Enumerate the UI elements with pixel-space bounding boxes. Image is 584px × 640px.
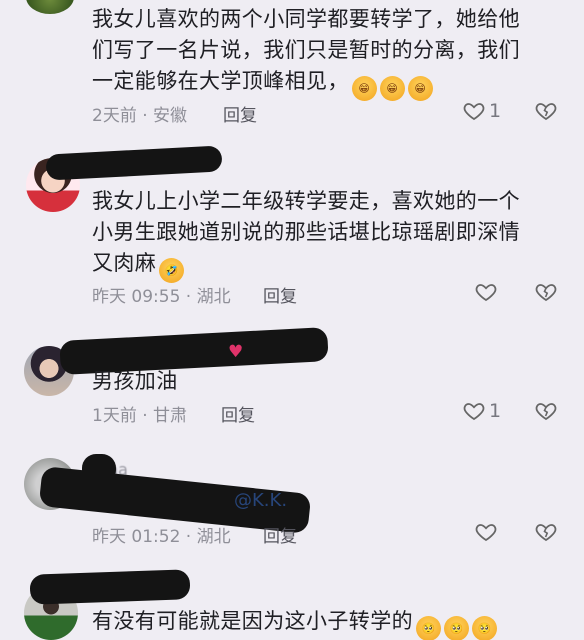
pink-heart-icon: ♥ [228, 342, 244, 362]
comment-meta: 2天前 · 安徽 [92, 106, 188, 126]
reply-button[interactable]: 回复 [263, 282, 297, 307]
grin-emoji: 😁 [407, 76, 433, 101]
broken-heart-icon[interactable] [534, 280, 558, 304]
comment-meta: 昨天 09:55 · 湖北 [92, 287, 231, 307]
reply-button[interactable]: 回复 [263, 522, 297, 547]
heart-outline-icon [474, 280, 498, 304]
heart-outline-icon [474, 520, 498, 544]
comment-text: 男孩加油 [92, 369, 178, 393]
comment-2: 张扣 我女儿上小学二年级转学要走，喜欢她的一个 小男生跟她道别说的那些话堪比琼瑶… [0, 140, 584, 320]
comment-3: ♥ 男孩加油 1天前 · 甘肃 回复 1 [0, 320, 584, 450]
like-button[interactable]: 1 [462, 99, 501, 123]
comment-5: 有没有可能就是因为这小子转学的 🥺 🥺 🥺 [0, 568, 584, 640]
avatar[interactable] [26, 0, 74, 14]
redaction-scribble [45, 145, 223, 181]
pleading-emoji: 🥺 [472, 616, 497, 640]
like-count: 1 [489, 400, 502, 422]
like-button[interactable]: 1 [462, 399, 501, 423]
broken-heart-icon[interactable] [534, 399, 558, 423]
pleading-emoji: 🥺 [444, 616, 469, 640]
reply-button[interactable]: 回复 [221, 401, 255, 426]
rofl-emoji: 🤣 [159, 258, 185, 283]
like-button[interactable] [474, 280, 498, 304]
pleading-emoji: 🥺 [416, 616, 441, 640]
broken-heart-icon[interactable] [534, 99, 558, 123]
broken-heart-icon[interactable] [534, 520, 558, 544]
comment-1: 我女儿喜欢的两个小同学都要转学了，她给他 们写了一名片说，我们只是暂时的分离，我… [0, 0, 584, 140]
redaction-scribble [29, 569, 191, 605]
comment-text: 我女儿上小学二年级转学要走，喜欢她的一个 小男生跟她道别说的那些话堪比琼瑶剧即深… [92, 186, 562, 283]
grin-emoji: 😁 [379, 76, 405, 101]
like-count: 1 [489, 100, 502, 122]
comment-meta: 1天前 · 甘肃 [92, 406, 188, 426]
redaction-scribble [82, 454, 116, 484]
heart-outline-icon [462, 99, 486, 123]
grin-emoji: 😁 [351, 76, 377, 101]
reply-button[interactable]: 回复 [223, 101, 257, 126]
mention-link[interactable]: @K.K. [234, 490, 287, 511]
comment-4: na @K.K. 昨天 01:52 · 湖北 回复 [0, 450, 584, 568]
heart-outline-icon [462, 399, 486, 423]
like-button[interactable] [474, 520, 498, 544]
comment-meta: 昨天 01:52 · 湖北 [92, 527, 231, 547]
comment-text: 有没有可能就是因为这小子转学的 🥺 🥺 🥺 [92, 606, 562, 640]
comment-text: 我女儿喜欢的两个小同学都要转学了，她给他 们写了一名片说，我们只是暂时的分离，我… [92, 4, 562, 101]
